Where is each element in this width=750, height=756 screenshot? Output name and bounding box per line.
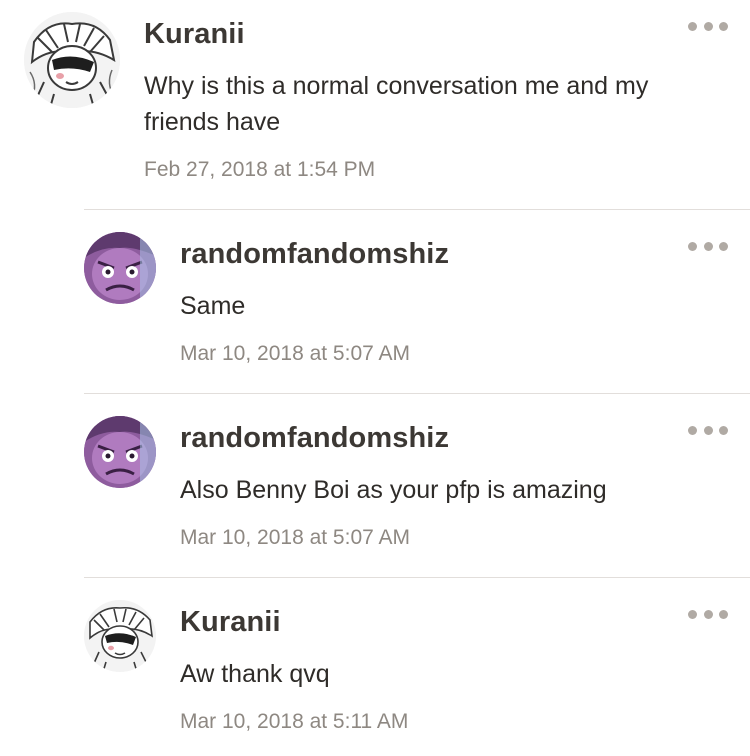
avatar[interactable] [84, 416, 156, 488]
dot [688, 21, 697, 31]
dot [688, 609, 697, 619]
comment-text: Same [180, 292, 246, 320]
dot [688, 241, 697, 251]
comment-text: Aw thank qvq [180, 660, 330, 688]
comment-text: Why is this a normal conversation me and… [144, 72, 649, 136]
dot [703, 21, 713, 31]
dot [703, 425, 713, 435]
dot [719, 241, 728, 251]
dot [703, 609, 713, 619]
dot [703, 241, 713, 251]
avatar[interactable] [24, 12, 120, 108]
more-options-icon[interactable] [688, 16, 728, 36]
comment-author[interactable]: randomfandomshiz [180, 422, 449, 455]
more-options-icon[interactable] [688, 236, 728, 256]
comment-timestamp: Mar 10, 2018 at 5:07 AM [180, 526, 410, 549]
reply-item: randomfandomshiz Also Benny Boi as your … [0, 394, 750, 578]
comment-author[interactable]: Kuranii [144, 18, 245, 51]
comment-text: Also Benny Boi as your pfp is amazing [180, 476, 607, 504]
reply-item: Kuranii Aw thank qvq Mar 10, 2018 at 5:1… [0, 578, 750, 756]
reply-item: randomfandomshiz Same Mar 10, 2018 at 5:… [0, 210, 750, 394]
dot [719, 21, 728, 31]
comment-timestamp: Mar 10, 2018 at 5:11 AM [180, 710, 409, 733]
comment-author[interactable]: Kuranii [180, 606, 281, 639]
comment-timestamp: Feb 27, 2018 at 1:54 PM [144, 158, 376, 181]
avatar[interactable] [84, 600, 156, 672]
comment-item: Kuranii Why is this a normal conversatio… [0, 0, 750, 210]
dot [688, 425, 697, 435]
avatar[interactable] [84, 232, 156, 304]
comment-timestamp: Mar 10, 2018 at 5:07 AM [180, 342, 410, 365]
dot [719, 425, 728, 435]
dot [719, 609, 728, 619]
more-options-icon[interactable] [688, 604, 728, 624]
more-options-icon[interactable] [688, 420, 728, 440]
comment-author[interactable]: randomfandomshiz [180, 238, 449, 271]
